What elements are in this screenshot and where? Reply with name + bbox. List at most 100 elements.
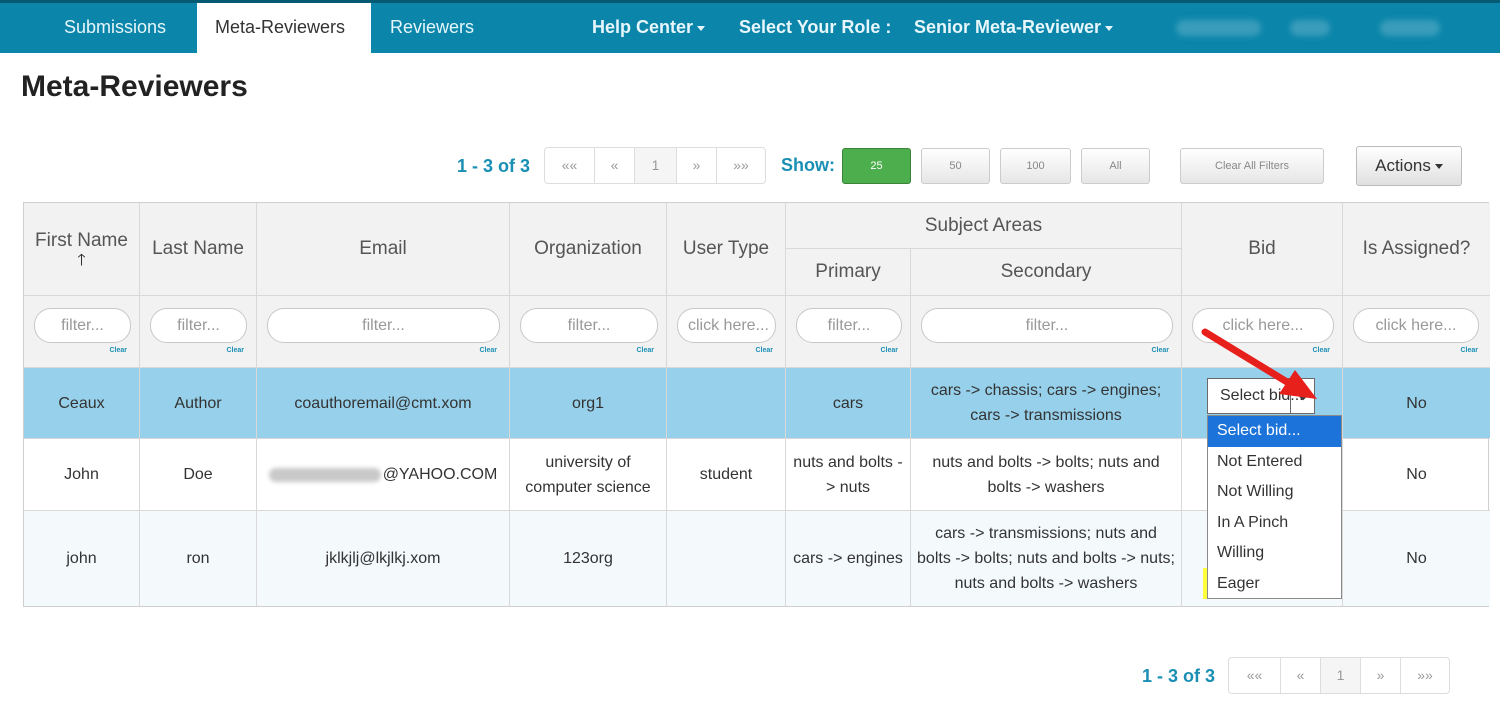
- annotation-arrow-icon: [1201, 328, 1317, 399]
- table-cell[interactable]: ron: [140, 511, 257, 606]
- pager-last-button[interactable]: »»: [717, 148, 765, 183]
- arrow-up-icon: 🡑: [77, 252, 86, 269]
- blurred-email-prefix: [268, 467, 381, 482]
- filter-email-input[interactable]: filter...: [267, 308, 500, 343]
- pager-first-button[interactable]: ««: [545, 148, 595, 183]
- table-cell[interactable]: student: [667, 439, 786, 511]
- header-subject-areas-label: Subject Areas: [924, 214, 1043, 236]
- header-organization-label: Organization: [534, 238, 642, 259]
- actions-button[interactable]: Actions: [1356, 146, 1462, 186]
- table-cell[interactable]: No: [1343, 439, 1490, 511]
- pager-count-bottom: 1 - 3 of 3: [1142, 666, 1216, 686]
- show-100-button[interactable]: 100: [1000, 148, 1071, 184]
- bid-option-in-a-pinch[interactable]: In A Pinch: [1208, 508, 1341, 539]
- table-cell[interactable]: 123org: [510, 511, 667, 606]
- table-cell[interactable]: cars -> transmissions; nuts and bolts ->…: [911, 511, 1182, 606]
- header-subject-areas: Subject Areas: [786, 203, 1182, 249]
- pager-prev-button[interactable]: «: [1281, 658, 1321, 693]
- bid-option-not-willing[interactable]: Not Willing: [1208, 477, 1341, 508]
- clear-filter-link[interactable]: Clear: [226, 338, 244, 363]
- table-cell[interactable]: No: [1343, 511, 1490, 606]
- tab-meta-reviewers[interactable]: Meta-Reviewers: [197, 3, 371, 53]
- pager-page-button[interactable]: 1: [1321, 658, 1361, 693]
- bid-option-not-entered[interactable]: Not Entered: [1208, 447, 1341, 478]
- filter-secondary-input[interactable]: filter...: [921, 308, 1173, 343]
- header-first-name[interactable]: First Name 🡑: [24, 203, 140, 296]
- header-email[interactable]: Email: [257, 203, 510, 296]
- header-user-type-label: User Type: [682, 238, 770, 259]
- blurred-user-info: [1290, 20, 1330, 36]
- clear-filter-link[interactable]: Clear: [109, 338, 127, 363]
- show-label: Show:: [781, 155, 835, 175]
- filter-cell: filter... Clear: [510, 296, 667, 368]
- table-cell[interactable]: Author: [140, 368, 257, 439]
- table-cell[interactable]: university of computer science: [510, 439, 667, 511]
- filter-cell: filter... Clear: [911, 296, 1182, 368]
- table-cell[interactable]: [667, 511, 786, 606]
- clear-filter-link[interactable]: Clear: [880, 338, 898, 363]
- table-cell[interactable]: john: [24, 511, 140, 606]
- table-cell[interactable]: nuts and bolts -> nuts: [786, 439, 911, 511]
- caret-down-icon: [1434, 164, 1443, 170]
- header-is-assigned-label: Is Assigned?: [1362, 238, 1471, 259]
- header-primary[interactable]: Primary: [786, 249, 911, 296]
- header-bid[interactable]: Bid: [1182, 203, 1343, 296]
- tab-reviewers[interactable]: Reviewers: [372, 3, 492, 53]
- table-cell[interactable]: cars: [786, 368, 911, 439]
- table-cell[interactable]: org1: [510, 368, 667, 439]
- caret-down-icon: [697, 25, 706, 31]
- header-primary-label: Primary: [815, 261, 881, 282]
- bid-option-willing[interactable]: Willing: [1208, 538, 1341, 569]
- clear-filter-link[interactable]: Clear: [479, 338, 497, 363]
- table-cell[interactable]: [667, 368, 786, 439]
- header-email-label: Email: [359, 238, 407, 259]
- pager-page-button[interactable]: 1: [635, 148, 677, 183]
- pager-prev-button[interactable]: «: [595, 148, 635, 183]
- page-title: Meta-Reviewers: [21, 70, 248, 103]
- filter-cell: click here... Clear: [667, 296, 786, 368]
- filter-cell: click here... Clear: [1343, 296, 1490, 368]
- pager-first-button[interactable]: ««: [1229, 658, 1281, 693]
- pager-last-button[interactable]: »»: [1401, 658, 1449, 693]
- pager-bottom: «« « 1 » »»: [1228, 657, 1450, 694]
- bid-option-select-bid[interactable]: Select bid...: [1208, 416, 1341, 447]
- email-domain: @YAHOO.COM: [382, 466, 498, 483]
- table-cell[interactable]: cars -> chassis; cars -> engines; cars -…: [911, 368, 1182, 439]
- header-last-name-label: Last Name: [152, 238, 244, 259]
- table-cell[interactable]: coauthoremail@cmt.xom: [257, 368, 510, 439]
- table-cell[interactable]: nuts and bolts -> bolts; nuts and bolts …: [911, 439, 1182, 511]
- pager-top: «« « 1 » »»: [544, 147, 766, 184]
- show-25-button[interactable]: 25: [842, 148, 911, 184]
- clear-all-filters-button[interactable]: Clear All Filters: [1180, 148, 1324, 184]
- role-label: Select Your Role :: [739, 17, 892, 37]
- show-all-button[interactable]: All: [1081, 148, 1150, 184]
- pager-next-button[interactable]: »: [1361, 658, 1401, 693]
- help-center-label: Help Center: [592, 17, 694, 37]
- header-is-assigned[interactable]: Is Assigned?: [1343, 203, 1490, 296]
- filter-cell: filter... Clear: [24, 296, 140, 368]
- clear-filter-link[interactable]: Clear: [636, 338, 654, 363]
- table-cell[interactable]: Ceaux: [24, 368, 140, 439]
- tab-submissions[interactable]: Submissions: [46, 3, 184, 53]
- role-select[interactable]: Senior Meta-Reviewer: [914, 3, 1114, 53]
- header-user-type[interactable]: User Type: [667, 203, 786, 296]
- actions-label: Actions: [1375, 156, 1431, 175]
- header-secondary[interactable]: Secondary: [911, 249, 1182, 296]
- table-cell[interactable]: John: [24, 439, 140, 511]
- table-cell[interactable]: cars -> engines: [786, 511, 911, 606]
- pager-next-button[interactable]: »: [677, 148, 717, 183]
- clear-filter-link[interactable]: Clear: [1460, 338, 1478, 363]
- table-cell[interactable]: @YAHOO.COM: [257, 439, 510, 511]
- top-nav-bar: Submissions Meta-Reviewers Reviewers Hel…: [0, 0, 1500, 53]
- help-center-menu[interactable]: Help Center: [592, 3, 706, 53]
- table-cell[interactable]: No: [1343, 368, 1490, 439]
- table-cell[interactable]: Doe: [140, 439, 257, 511]
- show-50-button[interactable]: 50: [921, 148, 990, 184]
- header-organization[interactable]: Organization: [510, 203, 667, 296]
- blurred-user-info: [1380, 20, 1440, 36]
- table-cell[interactable]: jklkjlj@lkjlkj.xom: [257, 511, 510, 606]
- clear-filter-link[interactable]: Clear: [1151, 338, 1169, 363]
- clear-filter-link[interactable]: Clear: [755, 338, 773, 363]
- bid-option-eager[interactable]: Eager: [1208, 569, 1341, 600]
- header-last-name[interactable]: Last Name: [140, 203, 257, 296]
